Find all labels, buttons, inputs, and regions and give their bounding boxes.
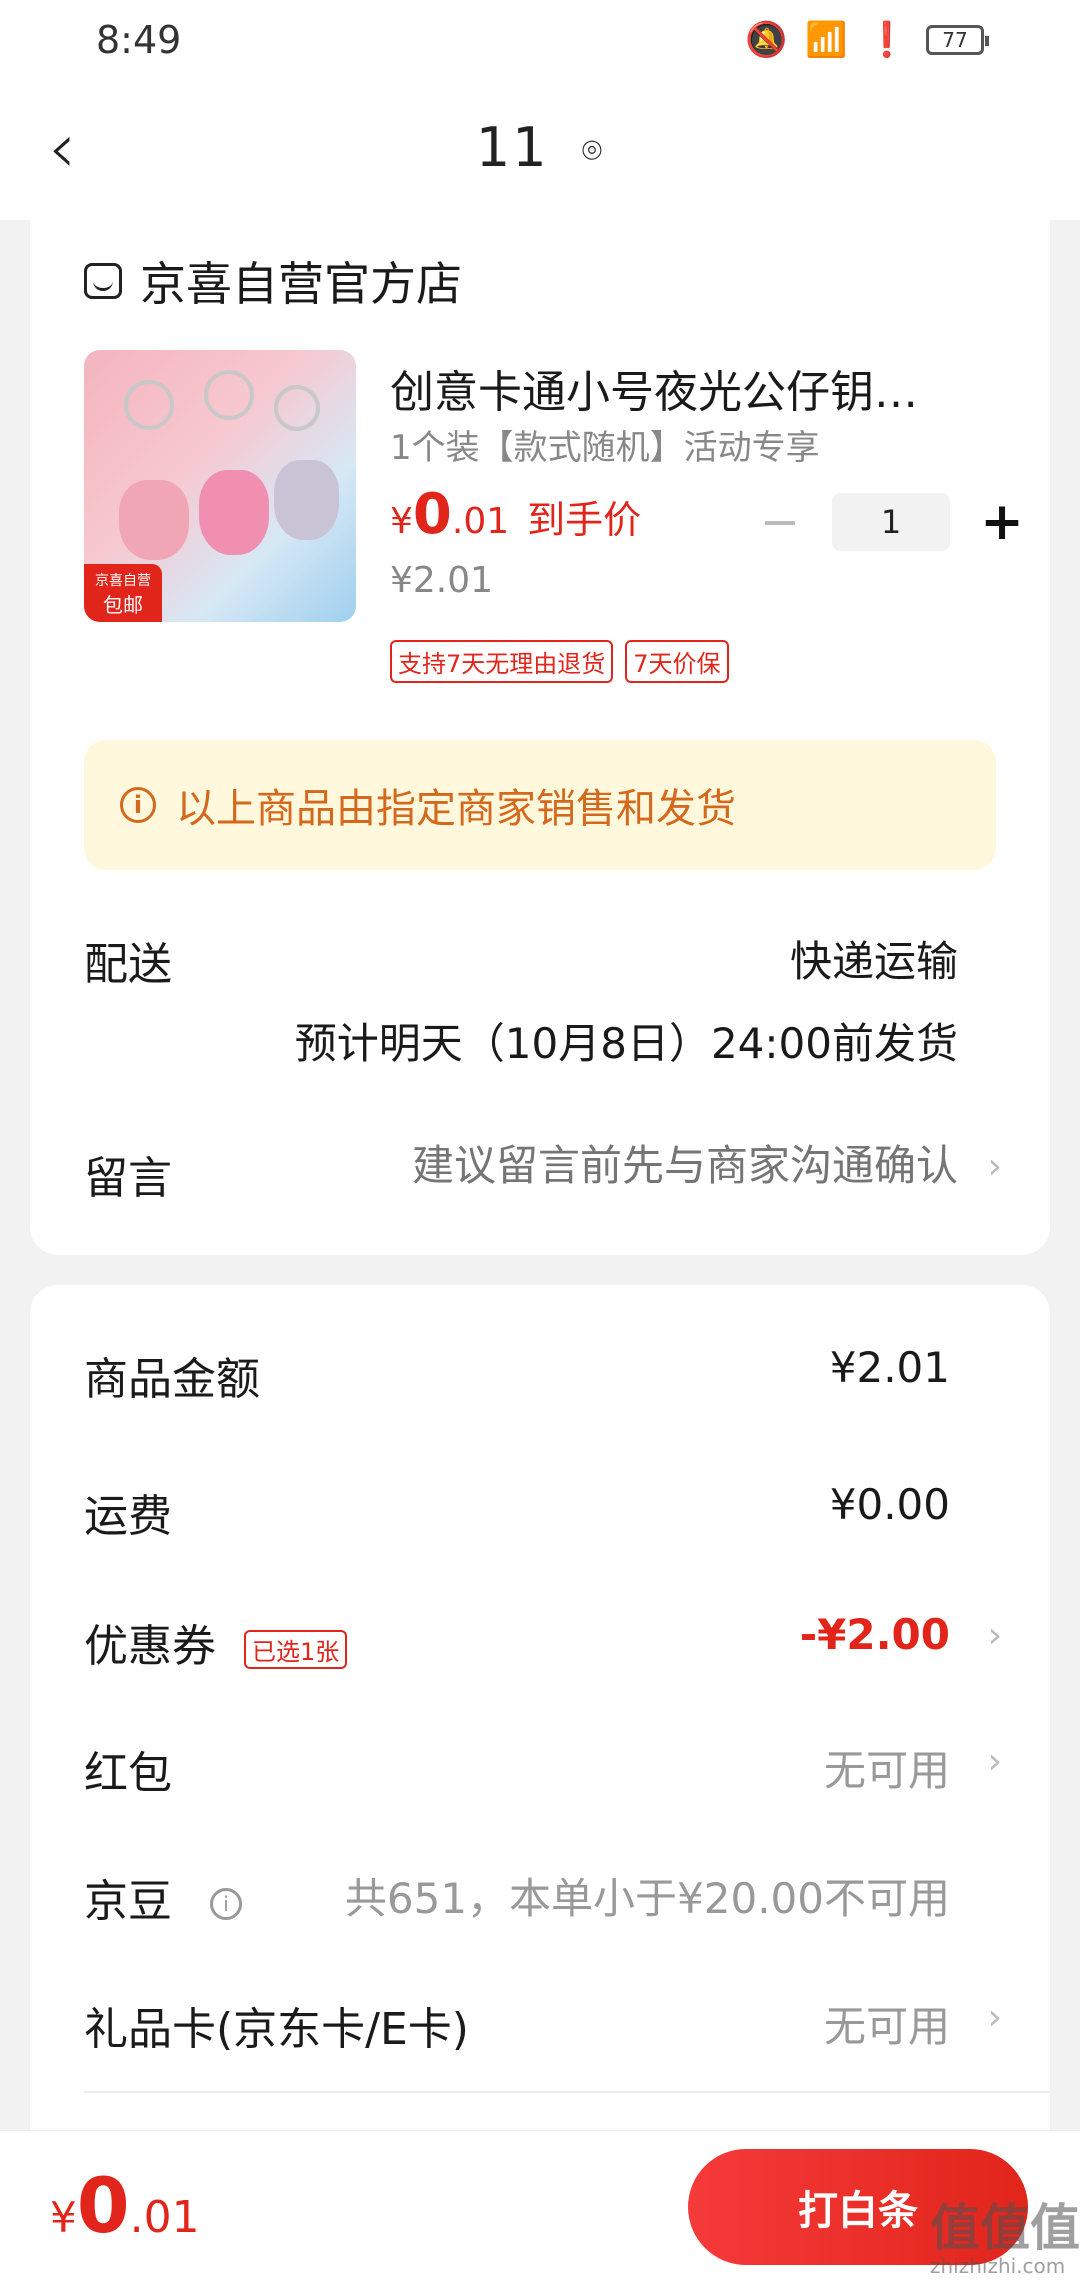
total-decimal: .01 xyxy=(129,2192,200,2243)
product-spec: 1个装【款式随机】活动专享 xyxy=(390,428,820,468)
alert-icon: ❗ xyxy=(865,20,908,60)
header-title[interactable]: 11 ⌾ xyxy=(0,116,1080,179)
chevron-right-icon: › xyxy=(987,1615,1002,1656)
chevron-right-icon: › xyxy=(987,1997,1002,2038)
free-shipping-badge: 京喜自营 包邮 xyxy=(84,564,162,622)
shipping-value: ¥0.00 xyxy=(829,1480,950,1529)
coupon-label: 优惠券 xyxy=(84,1621,216,1672)
quantity-stepper: − 1 + xyxy=(750,492,1032,552)
toy-figure xyxy=(274,460,339,540)
info-icon[interactable]: i xyxy=(210,1888,242,1920)
price-currency: ¥ xyxy=(390,501,413,542)
quantity-input[interactable]: 1 xyxy=(832,493,950,551)
divider xyxy=(84,2091,1050,2093)
address-title: 11 xyxy=(475,116,549,179)
service-tags: 支持7天无理由退货 7天价保 xyxy=(390,640,729,683)
delivery-eta: 预计明天（10月8日）24:00前发货 xyxy=(294,1019,958,1068)
total-price: ¥ 0 .01 xyxy=(50,2161,200,2250)
price-integer: 0 xyxy=(412,482,452,547)
message-input[interactable] xyxy=(318,1142,958,1190)
delivery-method[interactable]: 快递运输 xyxy=(790,928,958,989)
keyring-shape xyxy=(124,380,174,430)
watermark: 值值值 zhizhizhi.com xyxy=(930,2200,1080,2276)
jingdou-value: 共651，本单小于¥20.00不可用 xyxy=(344,1874,950,1923)
chevron-right-icon: › xyxy=(987,1146,1002,1187)
price-label: 到手价 xyxy=(527,498,642,542)
keyring-shape xyxy=(204,370,254,420)
message-label: 留言 xyxy=(84,1153,172,1204)
increase-quantity-button[interactable]: + xyxy=(972,492,1032,552)
toy-figure xyxy=(119,480,189,560)
delivery-label: 配送 xyxy=(84,939,172,990)
notice-text: 以上商品由指定商家销售和发货 xyxy=(176,786,736,832)
total-integer: 0 xyxy=(76,2161,130,2250)
price-decimal: .01 xyxy=(451,501,510,542)
goods-amount-value: ¥2.01 xyxy=(829,1343,950,1392)
product-final-price: ¥ 0 .01 到手价 xyxy=(390,482,641,547)
coupon-value[interactable]: -¥2.00 xyxy=(800,1610,950,1659)
total-currency: ¥ xyxy=(50,2193,77,2242)
product-image[interactable]: 京喜自营 包邮 xyxy=(84,350,356,622)
jingdou-label: 京豆 xyxy=(84,1876,172,1927)
keyring-shape xyxy=(274,385,320,431)
product-title[interactable]: 创意卡通小号夜光公仔钥… xyxy=(390,356,990,420)
shipping-label: 运费 xyxy=(84,1491,172,1542)
toy-figure xyxy=(199,470,269,555)
shop-row[interactable]: 京喜自营官方店 xyxy=(84,248,462,314)
order-item-card: 京喜自营官方店 京喜自营 包邮 创意卡通小号夜光公仔钥… 1个装【款式随机】活动… xyxy=(30,220,1050,1255)
red-packet-label: 红包 xyxy=(84,1748,172,1799)
original-price: ¥2.01 xyxy=(390,560,494,601)
wifi-icon: 📶 xyxy=(805,20,848,60)
mute-icon: 🔕 xyxy=(744,20,788,60)
header: ‹ 11 ⌾ xyxy=(0,80,1080,220)
info-icon: i xyxy=(120,787,156,823)
store-icon xyxy=(84,263,122,299)
seller-notice: i 以上商品由指定商家销售和发货 xyxy=(84,740,996,870)
gift-card-label: 礼品卡(京东卡/E卡) xyxy=(84,2004,469,2055)
badge-free-label: 包邮 xyxy=(103,593,143,617)
shop-name: 京喜自营官方店 xyxy=(140,257,462,311)
chevron-right-icon: › xyxy=(987,1741,1002,1782)
watermark-sub: zhizhizhi.com xyxy=(930,2254,1066,2278)
status-bar: 8:49 🔕 📶 ❗ 77 xyxy=(0,0,1080,80)
jingdou-row: 京豆 i xyxy=(84,1865,242,1929)
price-protect-tag: 7天价保 xyxy=(625,640,729,683)
gift-card-value[interactable]: 无可用 xyxy=(824,1993,950,2054)
decrease-quantity-button[interactable]: − xyxy=(750,494,810,550)
goods-amount-label: 商品金额 xyxy=(84,1354,260,1405)
return-policy-tag: 支持7天无理由退货 xyxy=(390,640,614,683)
red-packet-value[interactable]: 无可用 xyxy=(824,1737,950,1798)
watermark-text: 值值值 xyxy=(930,2199,1080,2257)
battery-icon: 77 xyxy=(926,25,989,55)
status-icons: 🔕 📶 ❗ 77 xyxy=(744,20,989,60)
badge-store-label: 京喜自营 xyxy=(95,573,151,589)
coupon-selected-badge: 已选1张 xyxy=(244,1629,348,1669)
price-summary-card: 商品金额 ¥2.01 运费 ¥0.00 优惠券 已选1张 -¥2.00 › 红包… xyxy=(30,1285,1050,2155)
status-time: 8:49 xyxy=(96,18,182,62)
location-pin-icon: ⌾ xyxy=(581,131,605,172)
checkout-bar: ¥ 0 .01 打白条 xyxy=(0,2130,1080,2280)
coupon-row[interactable]: 优惠券 已选1张 xyxy=(84,1610,348,1674)
